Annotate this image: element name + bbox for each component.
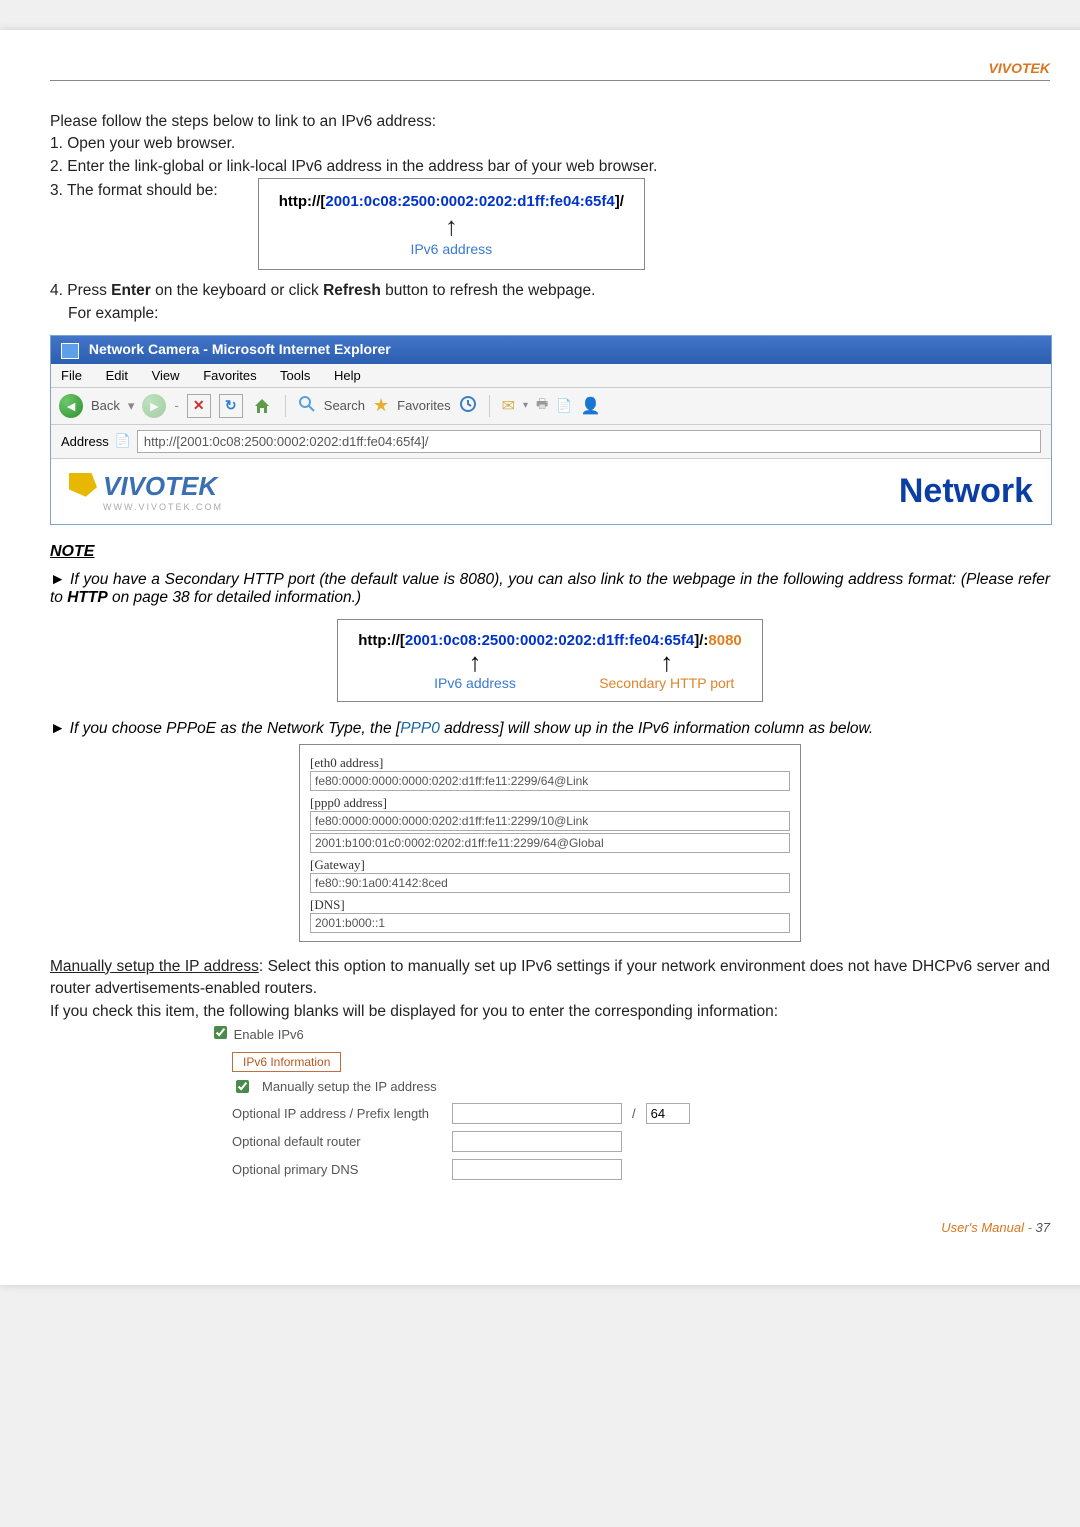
menu-favorites[interactable]: Favorites [203,368,256,383]
manual-ip-label: Manually setup the IP address [262,1079,437,1094]
url1-prefix: http://[ [279,193,326,210]
menu-file[interactable]: File [61,368,82,383]
menu-tools[interactable]: Tools [280,368,310,383]
ipv6-info-display: [eth0 address] [ppp0 address] [Gateway] … [299,744,801,942]
url1-addr: 2001:0c08:2500:0002:0202:d1ff:fe04:65f4 [325,193,614,210]
step-2: 2. Enter the link-global or link-local I… [50,156,1050,178]
forward-button[interactable]: ► [142,394,166,418]
step-3: 3. The format should be: [50,178,218,202]
manual-setup-text: Manually setup the IP address: Select th… [50,956,1050,1023]
favorites-icon[interactable]: ★ [373,395,389,416]
intro-lead: Please follow the steps below to link to… [50,111,1050,133]
back-label[interactable]: Back [91,398,120,413]
address-label: Address [61,434,109,449]
arrow-up-icon-3: ↑ [592,649,742,675]
ipv6-settings: Enable IPv6 IPv6 Information Manually se… [210,1023,750,1180]
eth0-label: [eth0 address] [310,755,790,771]
intro-block: Please follow the steps below to link to… [50,111,1050,325]
enable-ipv6-label: Enable IPv6 [234,1027,304,1042]
arrow-up-icon-2: ↑ [358,649,592,675]
url2-label2: Secondary HTTP port [592,675,742,691]
history-icon[interactable] [459,395,477,416]
msn-icon[interactable]: 👤 [581,396,601,416]
logo-subtext: WWW.VIVOTEK.COM [103,502,223,512]
footer-label: User's Manual - [941,1220,1035,1235]
address-input[interactable] [137,430,1041,453]
favorites-label[interactable]: Favorites [397,398,450,413]
gateway-label: [Gateway] [310,857,790,873]
refresh-icon[interactable]: ↻ [219,394,243,418]
prefix-separator: / [632,1106,636,1121]
stop-icon[interactable]: ✕ [187,394,211,418]
page-icon: 📄 [115,433,131,449]
ie-icon [61,343,79,359]
optional-router-label: Optional default router [232,1134,442,1149]
ie-content: VIVOTEK WWW.VIVOTEK.COM Network [51,459,1051,524]
search-icon[interactable] [298,395,316,416]
gateway-value [310,873,790,893]
network-heading: Network [899,472,1033,511]
ppp0-value-2 [310,833,790,853]
back-dropdown-icon[interactable]: ▾ [128,398,135,414]
manual-ip-checkbox[interactable] [236,1080,249,1093]
enable-ipv6-checkbox[interactable] [214,1026,227,1039]
vivotek-logo: VIVOTEK WWW.VIVOTEK.COM [69,471,223,512]
brand-header: VIVOTEK [50,60,1050,80]
note-2: ► If you choose PPPoE as the Network Typ… [50,720,1050,738]
arrow-up-icon: ↑ [279,213,624,239]
logo-text: VIVOTEK [103,471,217,501]
search-label[interactable]: Search [324,398,365,413]
optional-dns-label: Optional primary DNS [232,1162,442,1177]
url1-label: IPv6 address [279,239,624,259]
eth0-value [310,771,790,791]
step4-c: button to refresh the webpage. [381,282,596,299]
menu-edit[interactable]: Edit [106,368,128,383]
menu-help[interactable]: Help [334,368,361,383]
ie-toolbar: ◄ Back ▾ ► - ✕ ↻ Search ★ Favorites ✉ ▾ … [51,388,1051,425]
optional-router-input[interactable] [452,1131,622,1152]
url-example-1: http://[2001:0c08:2500:0002:0202:d1ff:fe… [258,178,645,270]
step4-refresh: Refresh [323,282,381,299]
dns-label: [DNS] [310,897,790,913]
ie-title-bar: Network Camera - Microsoft Internet Expl… [51,336,1051,363]
url2-addr: 2001:0c08:2500:0002:0202:d1ff:fe04:65f4 [405,632,694,649]
step4-enter: Enter [111,282,151,299]
toolbar-separator-2 [489,395,490,417]
ie-title-text: Network Camera - Microsoft Internet Expl… [89,341,391,357]
ie-menu-bar: File Edit View Favorites Tools Help [51,364,1051,388]
home-icon[interactable] [251,395,273,417]
optional-ip-input[interactable] [452,1103,622,1124]
menu-view[interactable]: View [152,368,180,383]
url-example-2: http://[2001:0c08:2500:0002:0202:d1ff:fe… [337,619,763,702]
page-number: 37 [1036,1220,1050,1235]
note-1: ► If you have a Secondary HTTP port (the… [50,571,1050,607]
back-button[interactable]: ◄ [59,394,83,418]
step-1: 1. Open your web browser. [50,133,1050,155]
manual-lead-underline: Manually setup the IP address [50,958,259,975]
page-footer: User's Manual - 37 [50,1220,1050,1235]
ppp0-value-1 [310,811,790,831]
step4-a: 4. Press [50,282,111,299]
ie-address-bar: Address 📄 [51,425,1051,459]
ie-window: Network Camera - Microsoft Internet Expl… [50,335,1052,524]
url2-label1: IPv6 address [358,675,592,691]
step4-b: on the keyboard or click [151,282,323,299]
note-title: NOTE [50,543,1050,561]
mail-icon[interactable]: ✉ [502,396,515,416]
ipv6-info-button[interactable]: IPv6 Information [232,1052,341,1072]
url2-prefix: http://[ [358,632,405,649]
url1-suffix: ]/ [615,193,624,210]
url2-port: 8080 [708,632,741,649]
url2-mid: ]/: [694,632,708,649]
dns-value [310,913,790,933]
toolbar-separator-1 [285,395,286,417]
header-divider [50,80,1050,81]
edit-page-icon[interactable]: 📄 [556,398,572,414]
optional-dns-input[interactable] [452,1159,622,1180]
print-icon[interactable]: 🖶 [536,395,548,417]
step4-example-label: For example: [50,303,1050,325]
ppp0-label: [ppp0 address] [310,795,790,811]
prefix-length-input[interactable] [646,1103,690,1124]
optional-ip-label: Optional IP address / Prefix length [232,1106,442,1121]
